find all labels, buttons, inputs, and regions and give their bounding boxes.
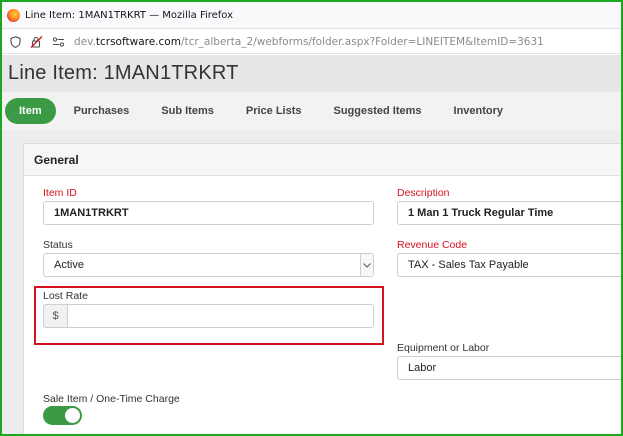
chevron-down-icon[interactable] — [360, 254, 373, 276]
toggle-knob — [65, 408, 80, 423]
lost-rate-input[interactable] — [67, 304, 374, 328]
description-label: Description — [397, 187, 450, 199]
tab-inventory[interactable]: Inventory — [438, 98, 520, 124]
page-header: Line Item: 1MAN1TRKRT — [2, 55, 621, 92]
tab-suggested-items[interactable]: Suggested Items — [318, 98, 438, 124]
insecure-lock-icon[interactable] — [30, 35, 43, 48]
status-value: Active — [54, 259, 84, 271]
tab-bar: Item Purchases Sub Items Price Lists Sug… — [2, 92, 621, 130]
url-text[interactable]: dev.tcrsoftware.com/tcr_alberta_2/webfor… — [74, 36, 544, 48]
revenue-code-label: Revenue Code — [397, 239, 468, 251]
equipment-or-labor-label: Equipment or Labor — [397, 342, 490, 354]
shield-icon[interactable] — [10, 35, 21, 48]
sale-item-label: Sale Item / One-Time Charge — [43, 393, 180, 405]
item-id-field[interactable]: 1MAN1TRKRT — [43, 201, 374, 225]
general-card-header: General — [24, 144, 623, 176]
tab-purchases[interactable]: Purchases — [58, 98, 146, 124]
tab-item[interactable]: Item — [5, 98, 56, 124]
description-field[interactable]: 1 Man 1 Truck Regular Time — [397, 201, 623, 225]
equipment-or-labor-select[interactable]: Labor — [397, 356, 623, 380]
url-prefix: dev. — [74, 35, 96, 48]
section-title: General — [34, 152, 79, 167]
tab-price-lists[interactable]: Price Lists — [230, 98, 318, 124]
url-path: /tcr_alberta_2/webforms/folder.aspx?Fold… — [180, 35, 544, 48]
item-id-label: Item ID — [43, 187, 77, 199]
sale-item-toggle[interactable] — [43, 406, 82, 425]
status-select[interactable]: Active — [43, 253, 374, 277]
permissions-icon[interactable] — [52, 36, 65, 47]
url-domain: tcrsoftware.com — [95, 35, 181, 48]
currency-addon: $ — [43, 304, 68, 328]
page-title: Line Item: 1MAN1TRKRT — [8, 62, 239, 84]
lost-rate-label: Lost Rate — [43, 290, 88, 302]
browser-titlebar: Line Item: 1MAN1TRKRT — Mozilla Firefox — [2, 2, 621, 29]
revenue-code-select[interactable]: TAX - Sales Tax Payable — [397, 253, 623, 277]
tab-sub-items[interactable]: Sub Items — [145, 98, 230, 124]
status-label: Status — [43, 239, 73, 251]
firefox-logo-icon — [7, 8, 20, 22]
window-title: Line Item: 1MAN1TRKRT — Mozilla Firefox — [25, 9, 234, 21]
url-bar[interactable]: dev.tcrsoftware.com/tcr_alberta_2/webfor… — [2, 30, 621, 54]
